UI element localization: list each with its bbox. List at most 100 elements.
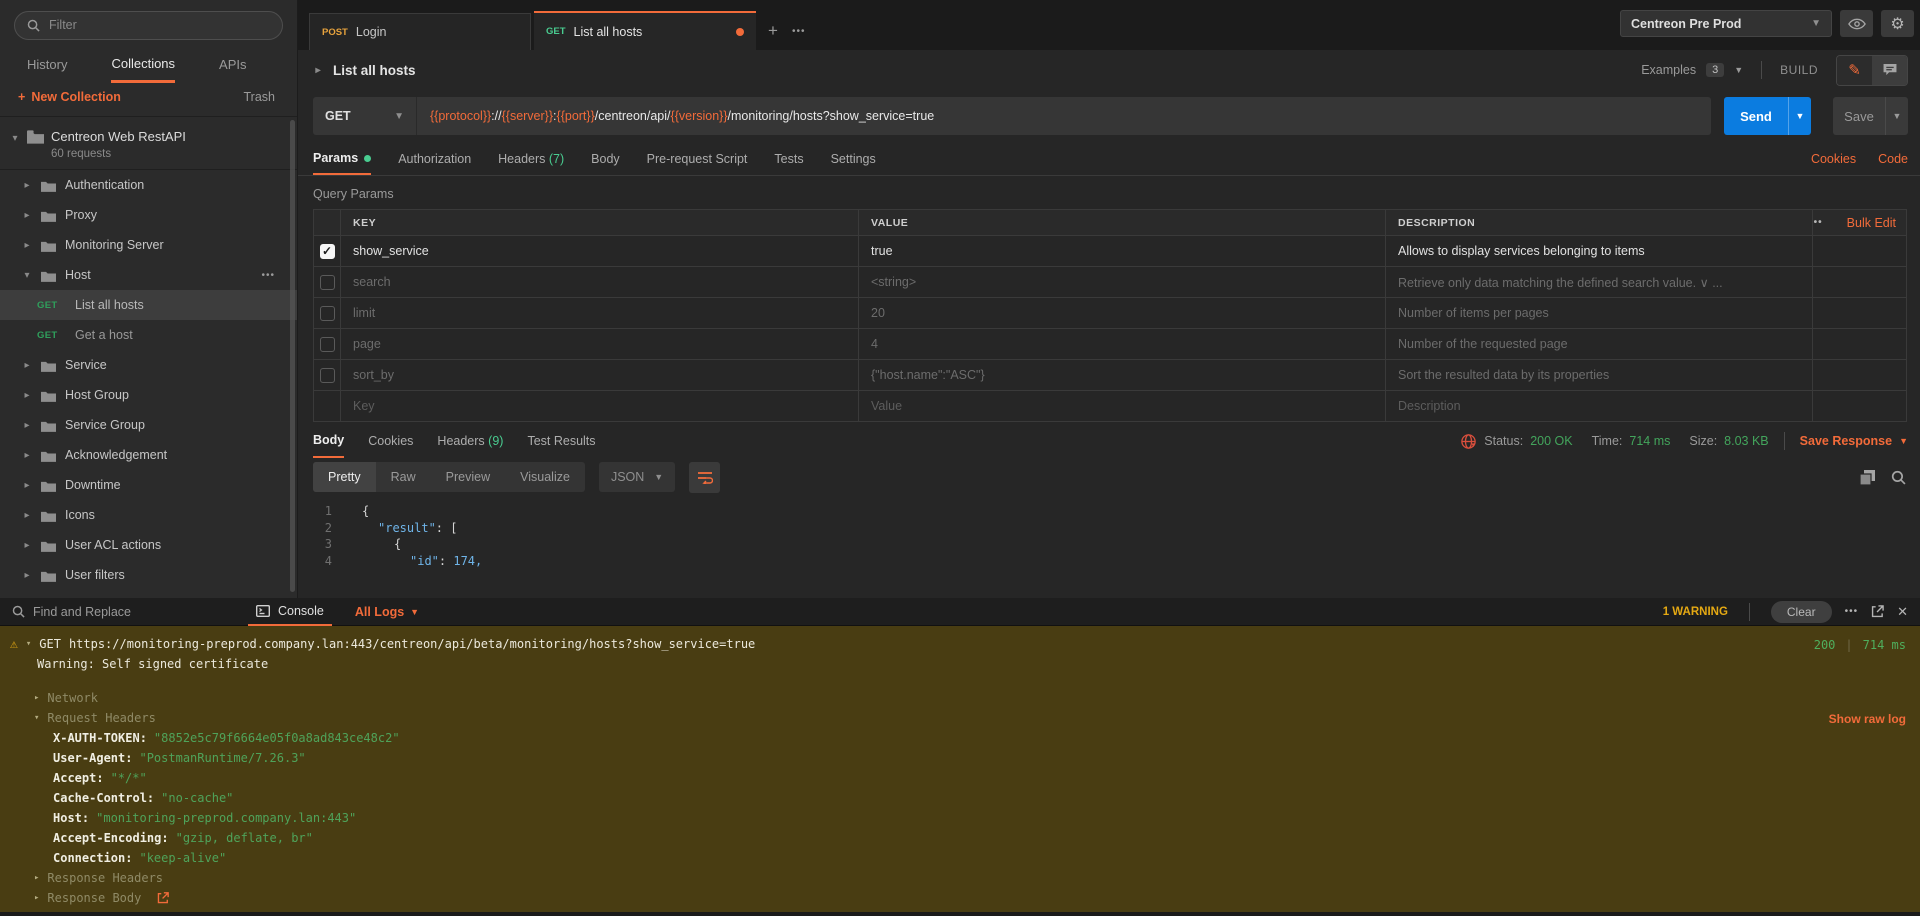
console-response-headers-group[interactable]: ▸ Response Headers	[0, 868, 1920, 888]
wrap-text-button[interactable]	[689, 462, 720, 493]
response-tab-headers[interactable]: Headers (9)	[437, 426, 503, 457]
tab-settings[interactable]: Settings	[831, 144, 876, 174]
console-response-body-group[interactable]: ▸ Response Body	[0, 888, 1920, 908]
url-input[interactable]: {{protocol}}://{{server}}:{{port}}/centr…	[417, 97, 1711, 135]
param-description-placeholder[interactable]: Description	[1386, 391, 1813, 421]
response-body-code[interactable]: 1{ 2"result": [ 3{ 4"id": 174,	[298, 497, 1920, 569]
examples-label[interactable]: Examples	[1641, 63, 1696, 77]
folder-monitoring-server[interactable]: ▸ Monitoring Server	[0, 230, 297, 260]
cookies-link[interactable]: Cookies	[1811, 152, 1856, 166]
param-description[interactable]: Allows to display services belonging to …	[1386, 236, 1813, 266]
param-value[interactable]: {"host.name":"ASC"}	[859, 360, 1386, 390]
trash-button[interactable]: Trash	[244, 90, 276, 104]
param-key[interactable]: limit	[341, 298, 859, 328]
show-raw-log-link[interactable]: Show raw log	[1829, 712, 1906, 726]
clear-console-button[interactable]: Clear	[1771, 601, 1832, 623]
folder-service-group[interactable]: ▸ Service Group	[0, 410, 297, 440]
tab-headers[interactable]: Headers (7)	[498, 144, 564, 174]
request-get-a-host[interactable]: GET Get a host	[0, 320, 297, 350]
chevron-down-icon[interactable]: ▼	[1734, 65, 1743, 75]
folder-host[interactable]: ▾ Host •••	[0, 260, 297, 290]
caret-down-icon[interactable]: ▾	[26, 639, 31, 649]
view-visualize[interactable]: Visualize	[505, 462, 585, 492]
format-selector[interactable]: JSON ▼	[599, 462, 675, 492]
comments-button[interactable]	[1872, 56, 1907, 85]
console-request-headers-group[interactable]: ▾ Request Headers	[0, 708, 1920, 728]
copy-icon[interactable]	[1860, 470, 1875, 485]
response-tab-cookies[interactable]: Cookies	[368, 426, 413, 457]
tab-params[interactable]: Params	[313, 143, 371, 175]
view-preview[interactable]: Preview	[431, 462, 505, 492]
param-description[interactable]: Number of the requested page	[1386, 329, 1813, 359]
save-response-button[interactable]: Save Response▼	[1800, 434, 1908, 448]
folder-proxy[interactable]: ▸ Proxy	[0, 200, 297, 230]
search-response-icon[interactable]	[1891, 470, 1906, 485]
code-link[interactable]: Code	[1878, 152, 1908, 166]
environment-selector[interactable]: Centreon Pre Prod ▼	[1620, 10, 1832, 37]
console-log-area[interactable]: ⚠ ▾ GET https://monitoring-preprod.compa…	[0, 626, 1920, 912]
checkbox-unchecked[interactable]	[320, 275, 335, 290]
close-console-icon[interactable]: ✕	[1897, 604, 1908, 620]
folder-user-acl-actions[interactable]: ▸ User ACL actions	[0, 530, 297, 560]
filter-box[interactable]	[14, 11, 283, 40]
param-key[interactable]: search	[341, 267, 859, 297]
console-request-line[interactable]: ⚠ ▾ GET https://monitoring-preprod.compa…	[0, 626, 1920, 654]
view-raw[interactable]: Raw	[376, 462, 431, 492]
request-title-row[interactable]: ▸ List all hosts	[313, 63, 416, 78]
param-description[interactable]: Number of items per pages	[1386, 298, 1813, 328]
folder-host-group[interactable]: ▸ Host Group	[0, 380, 297, 410]
view-pretty[interactable]: Pretty	[313, 462, 376, 492]
caret-down-icon[interactable]: ▾	[10, 133, 20, 160]
sidebar-tab-history[interactable]: History	[27, 57, 67, 81]
param-value-placeholder[interactable]: Value	[859, 391, 1386, 421]
more-icon[interactable]: •••	[1813, 217, 1823, 228]
console-network-group[interactable]: ▸ Network	[0, 688, 1920, 708]
save-options-button[interactable]: ▼	[1885, 97, 1908, 135]
checkbox-unchecked[interactable]	[320, 306, 335, 321]
checkbox-checked[interactable]: ✓	[320, 244, 335, 259]
param-key[interactable]: show_service	[341, 236, 859, 266]
tab-options-icon[interactable]: •••	[792, 26, 806, 37]
param-key[interactable]: sort_by	[341, 360, 859, 390]
new-tab-button[interactable]: +	[768, 21, 778, 41]
caret-right-icon[interactable]: ▸	[313, 65, 323, 76]
tab-login[interactable]: POST Login	[309, 13, 531, 50]
param-value[interactable]: 4	[859, 329, 1386, 359]
open-in-new-window-icon[interactable]	[1871, 605, 1884, 618]
param-key-placeholder[interactable]: Key	[341, 391, 859, 421]
request-list-all-hosts[interactable]: GET List all hosts	[0, 290, 297, 320]
settings-button[interactable]: ⚙	[1881, 10, 1914, 37]
folder-user-filters[interactable]: ▸ User filters	[0, 560, 297, 590]
collection-root[interactable]: ▾ Centreon Web RestAPI 60 requests	[0, 119, 297, 170]
response-tab-test-results[interactable]: Test Results	[527, 426, 595, 457]
send-button[interactable]: Send	[1724, 97, 1788, 135]
new-collection-button[interactable]: +New Collection	[18, 90, 121, 104]
param-description[interactable]: Sort the resulted data by its properties	[1386, 360, 1813, 390]
folder-acknowledgement[interactable]: ▸ Acknowledgement	[0, 440, 297, 470]
more-icon[interactable]: •••	[261, 270, 275, 281]
tab-pre-request-script[interactable]: Pre-request Script	[647, 144, 748, 174]
checkbox-unchecked[interactable]	[320, 337, 335, 352]
param-value[interactable]: 20	[859, 298, 1386, 328]
tab-body[interactable]: Body	[591, 144, 620, 174]
environment-quick-look-button[interactable]	[1840, 10, 1873, 37]
folder-downtime[interactable]: ▸ Downtime	[0, 470, 297, 500]
folder-authentication[interactable]: ▸ Authentication	[0, 170, 297, 200]
method-selector[interactable]: GET ▼	[313, 97, 417, 135]
more-icon[interactable]: •••	[1845, 606, 1859, 617]
find-and-replace-button[interactable]: Find and Replace	[12, 605, 131, 619]
console-tab[interactable]: Console	[248, 598, 332, 626]
bulk-edit-link[interactable]: Bulk Edit	[1847, 216, 1896, 230]
param-value[interactable]: <string>	[859, 267, 1386, 297]
checkbox-unchecked[interactable]	[320, 368, 335, 383]
filter-input[interactable]	[49, 18, 270, 32]
param-description[interactable]: Retrieve only data matching the defined …	[1386, 267, 1813, 297]
sidebar-scrollbar[interactable]	[290, 120, 295, 592]
external-link-icon[interactable]	[157, 892, 169, 904]
tab-list-all-hosts[interactable]: GET List all hosts	[534, 11, 756, 50]
save-button[interactable]: Save	[1833, 97, 1885, 135]
edit-mode-button[interactable]: ✎	[1837, 56, 1872, 85]
tab-authorization[interactable]: Authorization	[398, 144, 471, 174]
folder-icons[interactable]: ▸ Icons	[0, 500, 297, 530]
param-value[interactable]: true	[859, 236, 1386, 266]
